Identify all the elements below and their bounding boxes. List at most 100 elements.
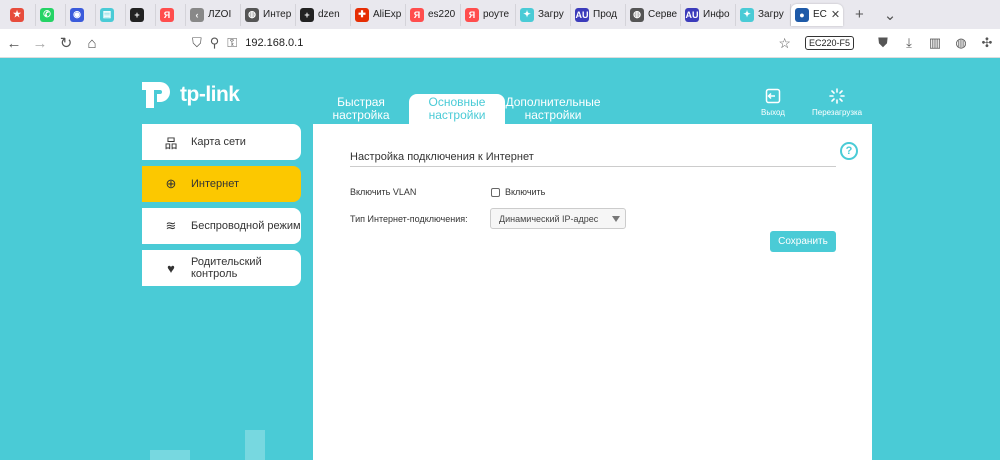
shield-icon[interactable]: ⛉ <box>192 35 202 51</box>
browser-tab[interactable]: + <box>126 3 156 26</box>
globe-icon: ◍ <box>245 7 259 22</box>
globe-icon: ◍ <box>630 7 644 22</box>
download-icon[interactable]: ⤓ <box>896 35 922 51</box>
chevron-down-icon[interactable] <box>612 216 620 222</box>
top-tab-2[interactable]: Дополнительные настройки <box>505 94 601 124</box>
bookmark-star-icon[interactable]: ☆ <box>778 35 791 52</box>
browser-tab[interactable]: AU Инфо <box>681 3 736 26</box>
checkbox-box[interactable] <box>491 187 500 197</box>
browser-tab[interactable]: + dzen <box>296 3 351 26</box>
browser-tab-label: Серве <box>648 9 678 20</box>
top-tab-1[interactable]: Основные настройки <box>409 94 505 124</box>
yandex-icon: Я <box>410 7 424 22</box>
brand-name: tp-link <box>180 83 240 106</box>
exit-icon <box>765 88 781 104</box>
yandex-icon: Я <box>465 7 479 22</box>
url-text[interactable]: 192.168.0.1 <box>245 37 303 49</box>
reboot-label: Перезагрузка <box>812 108 863 117</box>
browser-tab[interactable]: Яроуте <box>461 3 516 26</box>
browser-tab-label: Загру <box>538 9 564 20</box>
browser-tab[interactable]: ◍ Серве <box>626 3 681 26</box>
top-tab-0[interactable]: Быстрая настройка <box>313 94 409 124</box>
aliexpress-icon: ✚ <box>355 7 369 22</box>
save-button[interactable]: Сохранить <box>770 231 836 252</box>
heart-shield-icon: ♥ <box>167 260 175 276</box>
browser-tab-label: AliExp <box>373 9 402 20</box>
home-icon[interactable]: ⌂ <box>80 31 104 55</box>
ozon-icon: ‹ <box>190 7 204 22</box>
vlan-checkbox-label[interactable]: Включить <box>505 187 545 197</box>
browser-tab[interactable]: Я <box>156 3 186 26</box>
star-icon: ★ <box>10 7 24 22</box>
browser-tab-label: роуте <box>483 9 510 20</box>
sidebar-item-2[interactable]: ≋ Беспроводной режим <box>142 208 301 244</box>
browser-tab[interactable]: ▤ <box>96 3 126 26</box>
browser-tab[interactable]: ‹ ЛZOI <box>186 3 241 26</box>
reboot-button[interactable]: Перезагрузка <box>812 88 862 117</box>
globe-icon: ⊕ <box>165 176 177 191</box>
wifi-icon: ≋ <box>165 218 177 233</box>
vlan-checkbox[interactable]: Включить <box>491 187 545 197</box>
vlan-label: Включить VLAN <box>350 187 417 197</box>
sidebar-item-label: Беспроводной режим <box>191 220 301 232</box>
key-icon[interactable]: ⚿ <box>227 35 237 51</box>
audit-icon: AU <box>685 7 699 22</box>
pocket-icon[interactable]: ⛊ <box>870 35 896 51</box>
browser-tab[interactable]: ✆ <box>36 3 66 26</box>
tab-controls: + ⌄ <box>855 6 896 24</box>
doc-icon: ▤ <box>100 7 114 22</box>
extension-badge[interactable]: EC220-F5 <box>804 36 854 50</box>
whatsapp-icon: ✆ <box>40 7 54 22</box>
browser-tab[interactable]: ● EC ✕ <box>791 3 843 26</box>
close-tab-icon[interactable]: ✕ <box>831 8 840 21</box>
connection-type-select[interactable]: Динамический IP-адрес <box>490 208 626 229</box>
browser-tab-bar: ★ ✆ ◉ ▤ + Я ‹ ЛZOI ◍ Интер + dzen ✚ AliExp Яes220 Яроут… <box>0 0 1000 29</box>
download-icon: ✦ <box>740 7 754 22</box>
browser-tab[interactable]: ◉ <box>66 3 96 26</box>
sidebar-icon[interactable]: ▥ <box>922 35 948 51</box>
sidebar-item-label: Интернет <box>191 178 239 190</box>
tplink-logo: tp-link <box>140 78 240 112</box>
tracking-icon[interactable]: ⚲ <box>210 35 220 51</box>
browser-tab[interactable]: ✚ AliExp <box>351 3 406 26</box>
reload-icon[interactable]: ↻ <box>54 31 78 55</box>
browser-tab-label: Интер <box>263 9 292 20</box>
tplink-icon: ● <box>795 7 809 22</box>
browser-tab[interactable]: ◍ Интер <box>241 3 296 26</box>
browser-nav-bar: ← → ↻ ⌂ ⛉ ⚲ ⚿ 192.168.0.1 ☆ EC220-F5 ⛊ ⤓… <box>0 29 1000 58</box>
browser-tab[interactable]: Яes220 <box>406 3 461 26</box>
top-navigation: Быстрая настройка Основные настройки Допол… <box>313 94 601 124</box>
address-bar[interactable]: ⛉ ⚲ ⚿ 192.168.0.1 <box>192 32 778 54</box>
browser-tab[interactable]: AU Прод <box>571 3 626 26</box>
section-title: Настройка подключения к Интернет <box>350 151 534 163</box>
help-icon[interactable]: ? <box>840 142 858 160</box>
browser-tab-label: dzen <box>318 9 340 20</box>
extensions-icon[interactable]: ✣ <box>974 35 1000 51</box>
exit-button[interactable]: Выход <box>761 88 785 117</box>
dzen-icon: + <box>130 7 144 22</box>
back-icon[interactable]: ← <box>2 31 26 55</box>
section-divider <box>350 166 836 167</box>
browser-tab-label: Загру <box>758 9 784 20</box>
network-map-icon: 品 <box>164 135 178 151</box>
tplink-logo-icon <box>142 82 170 108</box>
forward-icon[interactable]: → <box>28 31 52 55</box>
connection-type-value[interactable]: Динамический IP-адрес <box>499 214 598 224</box>
content-panel: Настройка подключения к Интернет ? Включ… <box>313 124 872 460</box>
sidebar-item-3[interactable]: ♥ Родительский контроль <box>142 250 301 286</box>
browser-tab-label: EC <box>813 9 827 20</box>
browser-tab[interactable]: ★ <box>6 3 36 26</box>
reboot-icon <box>829 88 845 104</box>
audit-icon: AU <box>575 7 589 22</box>
new-tab-icon[interactable]: + <box>855 6 864 24</box>
sidebar-item-1[interactable]: ⊕ Интернет <box>142 166 301 202</box>
browser-tab-label: Инфо <box>703 9 730 20</box>
sidebar-item-0[interactable]: 品 Карта сети <box>142 124 301 160</box>
tab-list-chevron-icon[interactable]: ⌄ <box>884 6 897 24</box>
browser-tab-label: Прод <box>593 9 617 20</box>
translate-icon[interactable]: ◍ <box>948 35 974 51</box>
sidebar-item-label: Карта сети <box>191 136 246 148</box>
browser-tab[interactable]: ✦ Загру <box>736 3 791 26</box>
download-icon: ✦ <box>520 7 534 22</box>
browser-tab[interactable]: ✦ Загру <box>516 3 571 26</box>
